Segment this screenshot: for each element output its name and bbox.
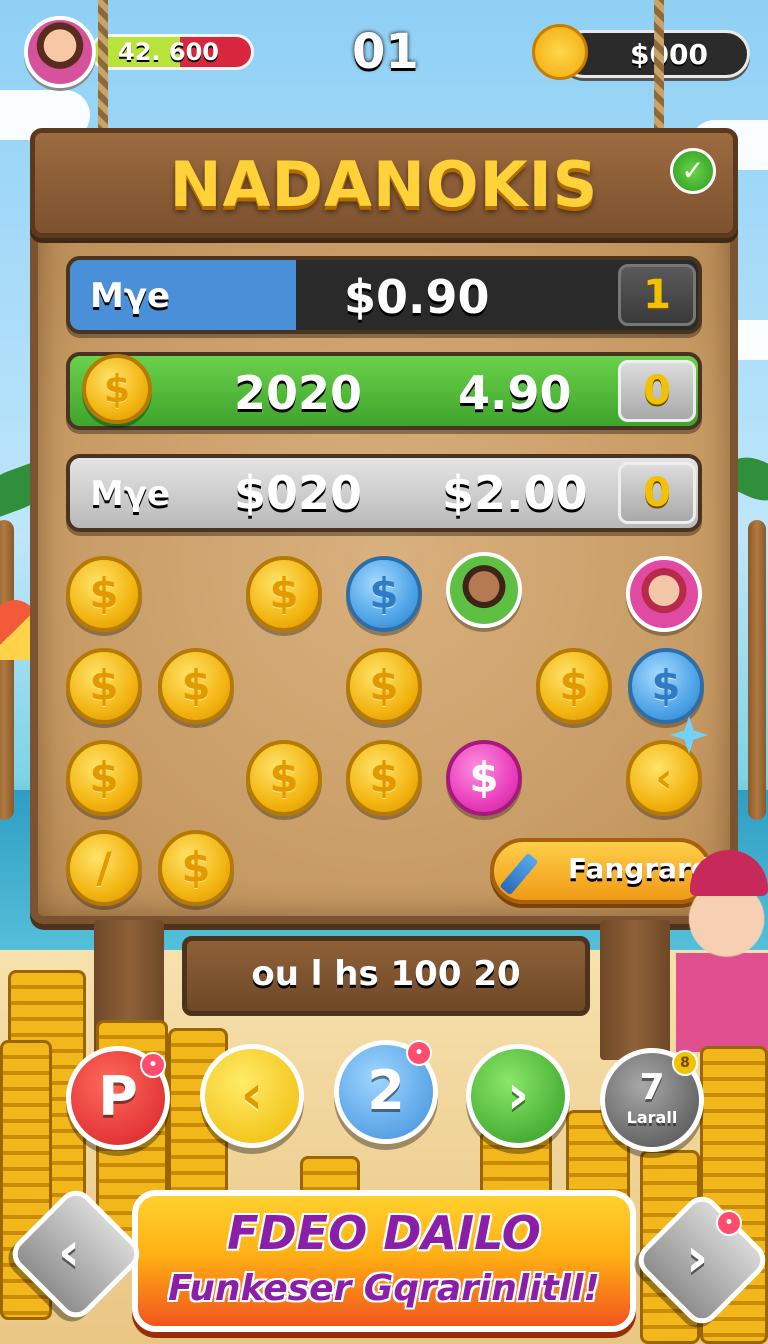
banner-line-2: Funkeser Gqrarinlitll! (168, 1268, 600, 1309)
character-coin[interactable] (446, 552, 522, 628)
coin[interactable]: $ (66, 648, 142, 724)
currency-coin-icon[interactable] (532, 24, 588, 80)
palm-tree (0, 520, 14, 820)
row-1-badge[interactable]: 1 (618, 264, 696, 326)
row-1-label: Mγe (90, 276, 171, 316)
row-3-badge[interactable]: 0 (618, 462, 696, 524)
row-2-badge[interactable]: 0 (618, 360, 696, 422)
coin[interactable]: $ (246, 740, 322, 816)
info-plank-text: ou l hs 100 20 (251, 954, 521, 994)
blue-coin[interactable]: $ (346, 556, 422, 632)
row-2-value1: 2020 (234, 366, 363, 420)
row-3-value2: $2.00 (442, 466, 588, 520)
signpost-right (600, 920, 670, 1060)
coin[interactable]: $ (66, 556, 142, 632)
coin[interactable]: $ (66, 740, 142, 816)
dollar-coin-icon: $ (82, 354, 152, 424)
gray-bonus-badge: 8 (672, 1050, 698, 1076)
character-coin[interactable] (626, 556, 702, 632)
previous-button[interactable]: ‹ (200, 1044, 304, 1148)
notification-badge: • (406, 1040, 432, 1066)
currency-text: $000 (630, 38, 708, 71)
row-3-value1: $020 (234, 466, 363, 520)
coin[interactable]: $ (536, 648, 612, 724)
banner-line-1: FDEO DAILO (227, 1206, 541, 1260)
slash-coin-icon[interactable]: / (66, 830, 142, 906)
blue-coin[interactable]: $ (628, 648, 704, 724)
score-row-2 (66, 352, 702, 430)
palm-tree (748, 520, 766, 820)
row-1-value: $0.90 (344, 270, 490, 324)
pink-coin[interactable]: $ (446, 740, 522, 816)
player-avatar[interactable] (24, 16, 96, 88)
coin[interactable]: $ (158, 830, 234, 906)
coin[interactable]: $ (158, 648, 234, 724)
chevron-right-icon: › (686, 1226, 709, 1289)
chevron-left-coin-icon[interactable]: ‹ (626, 740, 702, 816)
gray-bonus-label: Larall (626, 1108, 678, 1127)
coin[interactable]: $ (246, 556, 322, 632)
xp-text: 42. 600 (118, 38, 219, 66)
notification-badge: • (716, 1210, 742, 1236)
rope (98, 0, 108, 140)
row-2-value2: 4.90 (458, 366, 572, 420)
rope (654, 0, 664, 140)
chevron-left-icon: ‹ (58, 1220, 81, 1283)
row-3-label: Mγe (90, 474, 171, 514)
check-icon[interactable]: ✓ (670, 148, 716, 194)
board-title: NADANOKIS (169, 148, 599, 221)
next-button[interactable]: › (466, 1044, 570, 1148)
coin[interactable]: $ (346, 648, 422, 724)
notification-badge: • (140, 1052, 166, 1078)
coin[interactable]: $ (346, 740, 422, 816)
level-number: 01 (352, 24, 419, 80)
